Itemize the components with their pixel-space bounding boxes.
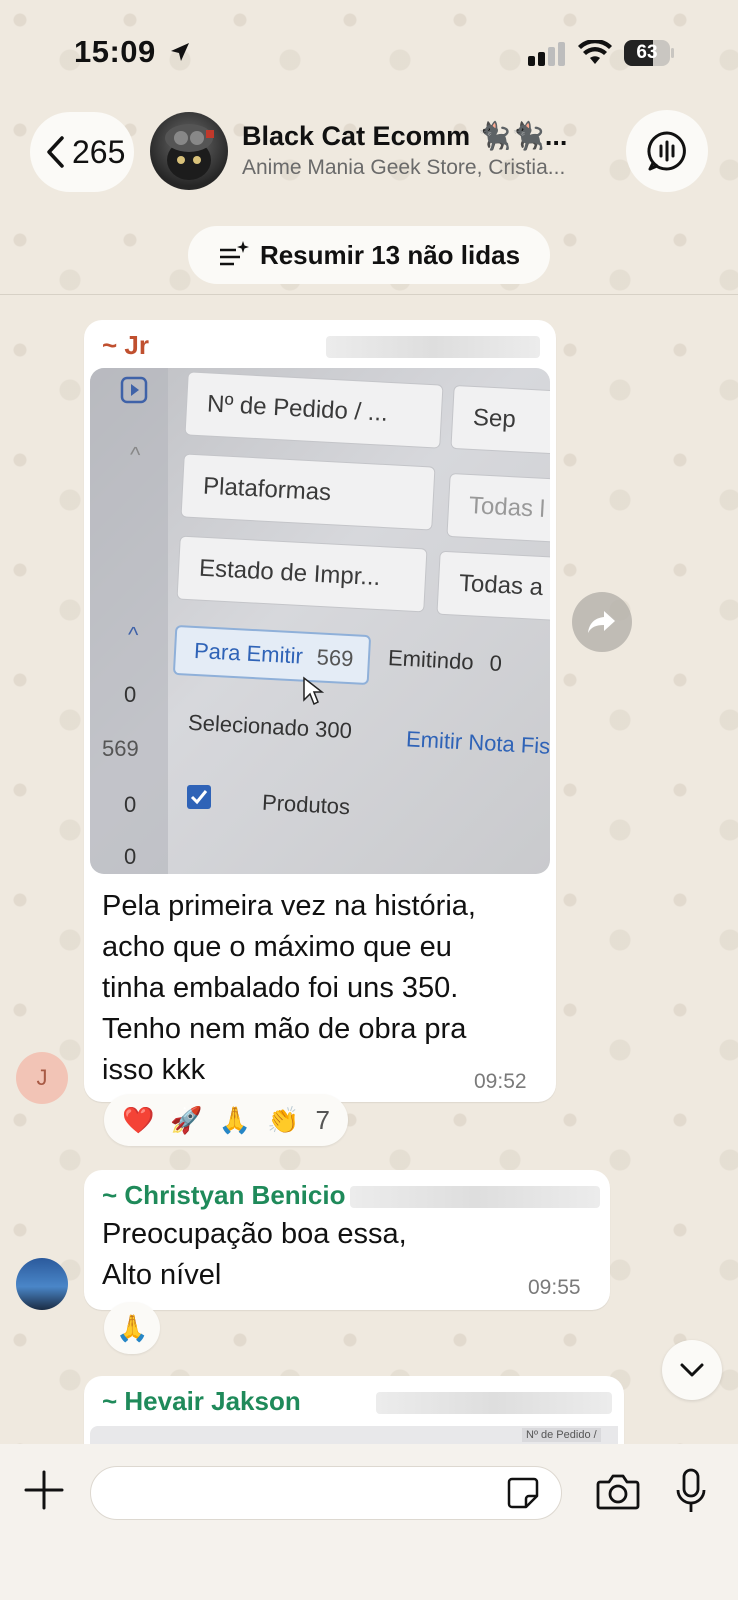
chevron-down-icon — [680, 1363, 704, 1377]
audio-wave-icon — [647, 131, 686, 171]
sender-avatar-christyan[interactable] — [16, 1258, 68, 1310]
chat-header: 265 Black Cat Ecomm 🐈‍⬛🐈‍⬛... Anime Mani… — [0, 100, 738, 300]
camera-icon[interactable] — [596, 1472, 640, 1512]
back-button[interactable]: 265 — [30, 112, 134, 192]
reaction-heart: ❤️ — [122, 1104, 155, 1135]
microphone-icon[interactable] — [676, 1468, 706, 1516]
chevron-left-icon — [47, 136, 64, 168]
unread-chats-count: 265 — [72, 133, 126, 170]
summarize-label: Resumir 13 não lidas — [259, 239, 521, 270]
redacted-phone — [326, 336, 540, 358]
image-tab-issuing: Emitindo 0 — [387, 645, 503, 676]
image-tab-to-issue: Para Emitir 569 — [172, 624, 372, 686]
message-sender[interactable]: ~ Hevair Jakson — [102, 1386, 301, 1417]
voice-chat-button[interactable] — [626, 110, 708, 192]
image-side-count-0b: 0 — [124, 792, 137, 817]
image-products: Produtos — [261, 789, 351, 820]
message-image[interactable]: ^ Nº de Pedido / ... Sep Plataformas Tod… — [90, 368, 550, 874]
image-side-count-0c: 0 — [124, 844, 137, 869]
image-chevron-up: ^ — [129, 441, 142, 468]
image-field-platforms: Plataformas — [180, 453, 436, 531]
reaction-rocket: 🚀 — [170, 1104, 203, 1135]
message-reactions[interactable]: ❤️ 🚀 🙏 👏 7 — [104, 1094, 348, 1146]
cat-pilot-avatar-icon — [165, 124, 214, 180]
cellular-signal-icon — [528, 42, 565, 66]
group-title[interactable]: Black Cat Ecomm 🐈‍⬛🐈‍⬛... — [242, 120, 602, 152]
image-chevron-up-2: ^ — [127, 621, 140, 648]
image-side-count-569: 569 — [102, 736, 139, 761]
sticker-icon[interactable] — [506, 1476, 540, 1510]
image-selected: Selecionado 300 — [187, 709, 353, 744]
message-time: 09:52 — [474, 1070, 527, 1093]
checkbox-checked-icon — [187, 785, 211, 809]
location-arrow-icon — [171, 43, 189, 61]
message-sender[interactable]: ~ Jr — [102, 330, 149, 361]
composer-bar — [0, 1444, 738, 1600]
image-field-all-2: Todas a — [436, 550, 550, 622]
image-field-sep: Sep — [450, 384, 550, 456]
message-input[interactable] — [90, 1466, 562, 1520]
image-field-order: Nº de Pedido / ... — [184, 371, 444, 449]
redacted-phone — [376, 1392, 612, 1414]
image-side-count-0: 0 — [124, 682, 137, 707]
attach-plus-icon[interactable] — [24, 1470, 64, 1510]
image-emit-nf: Emitir Nota Fis — [405, 726, 550, 759]
reaction-clap: 👏 — [267, 1104, 300, 1135]
battery-icon: 63 — [624, 40, 674, 66]
summarize-unread-button[interactable]: Resumir 13 não lidas — [188, 226, 550, 284]
ai-summary-icon — [219, 241, 249, 266]
header-divider — [0, 294, 738, 295]
redacted-phone — [350, 1186, 600, 1208]
image-field-all-1: Todas l — [446, 472, 550, 544]
message-sender[interactable]: ~ Christyan Benicio — [102, 1180, 345, 1211]
image-field-print-state: Estado de Impr... — [176, 535, 428, 613]
sender-avatar-jr[interactable]: J — [16, 1052, 68, 1104]
message-text: Pela primeira vez na história, acho que … — [102, 890, 476, 1086]
wifi-icon — [578, 40, 612, 64]
reaction-count: 7 — [315, 1104, 330, 1135]
reaction-pray: 🙏 — [218, 1104, 252, 1135]
video-play-icon — [120, 376, 148, 404]
scroll-to-bottom-button[interactable] — [662, 1340, 722, 1400]
message-text: Preocupação boa essa, Alto nível — [102, 1218, 407, 1291]
group-members[interactable]: Anime Mania Geek Store, Cristia... — [242, 156, 602, 180]
mouse-cursor-icon — [303, 676, 324, 706]
forward-arrow-icon — [588, 611, 615, 633]
forward-button[interactable] — [572, 592, 632, 652]
message-time: 09:55 — [528, 1276, 581, 1299]
image-preview-text: Nº de Pedido / — [522, 1428, 601, 1442]
reaction-pray: 🙏 — [116, 1312, 149, 1343]
status-bar: 15:09 63 — [0, 0, 738, 100]
group-avatar[interactable] — [150, 112, 228, 190]
status-time: 15:09 — [74, 34, 156, 69]
message-reactions[interactable]: 🙏 — [104, 1302, 161, 1354]
battery-percent: 63 — [636, 42, 658, 63]
